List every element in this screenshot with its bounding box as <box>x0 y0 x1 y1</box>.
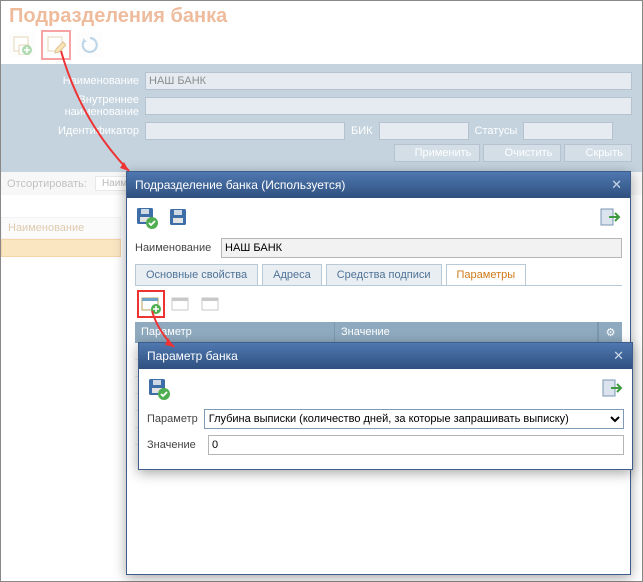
filter-name-label: Наименование <box>11 75 139 87</box>
save-ok-icon[interactable] <box>147 377 171 401</box>
division-name-label: Наименование <box>135 242 215 254</box>
page-title: Подразделения банка <box>1 1 642 30</box>
tab-parameters[interactable]: Параметры <box>446 264 527 285</box>
filter-bic-label: БИК <box>351 125 373 137</box>
filter-name-input[interactable] <box>145 72 632 90</box>
bank-parameter-dialog-title: Параметр банка <box>147 349 238 363</box>
param-label: Параметр <box>147 413 198 425</box>
filter-id-input[interactable] <box>145 122 345 140</box>
exit-icon[interactable] <box>598 206 622 230</box>
tab-main-properties[interactable]: Основные свойства <box>135 264 258 285</box>
filter-status-label: Статусы <box>475 125 518 137</box>
filter-inner-name-label: Внутреннее наименование <box>11 94 139 118</box>
value-label: Значение <box>147 439 202 451</box>
apply-button[interactable]: Применить <box>394 144 481 162</box>
hide-button[interactable]: Скрыть <box>564 144 632 162</box>
close-icon[interactable]: ✕ <box>613 348 624 364</box>
delete-param-icon[interactable] <box>199 292 223 316</box>
save-icon[interactable] <box>167 206 191 230</box>
clear-button[interactable]: Очистить <box>483 144 561 162</box>
value-input[interactable] <box>208 435 624 455</box>
tab-signing[interactable]: Средства подписи <box>326 264 442 285</box>
list-column-header[interactable]: Наименование <box>1 217 121 239</box>
bank-parameter-dialog: Параметр банка ✕ Параметр Глубина выписк… <box>138 342 633 470</box>
exit-icon[interactable] <box>600 377 624 401</box>
param-select[interactable]: Глубина выписки (количество дней, за кот… <box>204 409 624 429</box>
division-name-input[interactable] <box>221 238 622 258</box>
filter-panel: Наименование Внутреннее наименование Иде… <box>1 64 642 172</box>
filter-status-input[interactable] <box>523 122 613 140</box>
add-icon[interactable] <box>9 32 35 58</box>
grid-header-value[interactable]: Значение <box>335 322 598 343</box>
page-toolbar <box>1 30 642 64</box>
gear-icon[interactable]: ⚙ <box>598 322 622 343</box>
division-dialog-title: Подразделение банка (Используется) <box>135 178 345 192</box>
filter-id-label: Идентификатор <box>11 125 139 137</box>
filter-bic-input[interactable] <box>379 122 469 140</box>
tab-addresses[interactable]: Адреса <box>262 264 322 285</box>
refresh-icon[interactable] <box>77 32 103 58</box>
filter-inner-name-input[interactable] <box>145 97 632 115</box>
list-row-selected[interactable] <box>1 239 121 257</box>
edit-param-icon[interactable] <box>169 292 193 316</box>
sort-label: Отсортировать: <box>7 178 87 190</box>
save-ok-icon[interactable] <box>135 206 159 230</box>
edit-icon[interactable] <box>43 32 69 58</box>
add-param-icon[interactable] <box>139 292 163 316</box>
close-icon[interactable]: ✕ <box>611 177 622 193</box>
grid-header-parameter[interactable]: Параметр <box>135 322 335 343</box>
